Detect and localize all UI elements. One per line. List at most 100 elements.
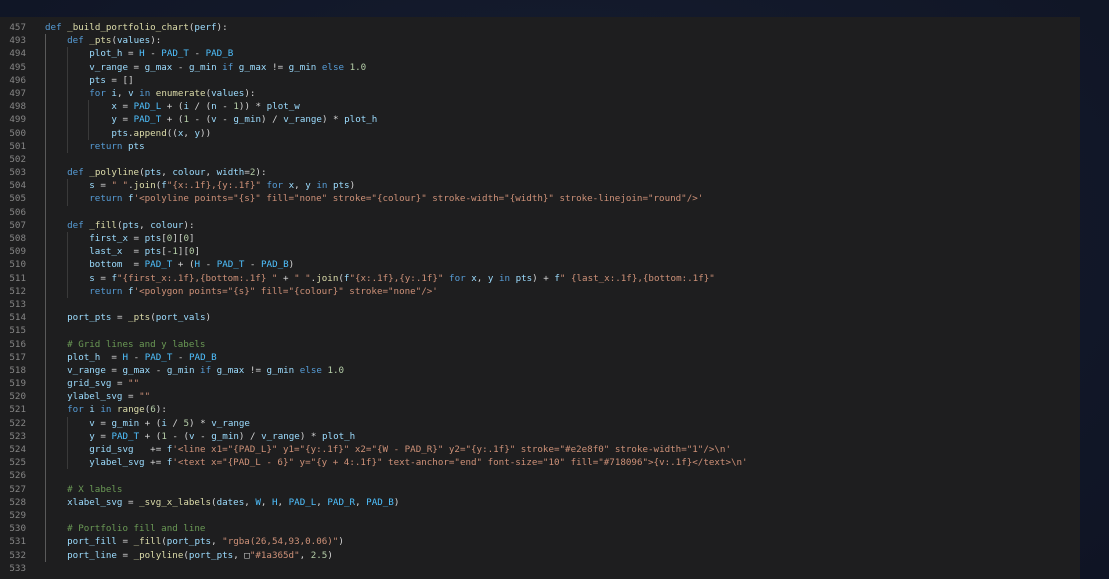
code-line[interactable]: 516 # Grid lines and y labels [0, 337, 1080, 351]
code-text[interactable]: port_fill = _fill(port_pts, "rgba(26,54,… [45, 535, 344, 548]
code-text[interactable]: ylabel_svg = "" [45, 390, 150, 403]
line-number: 505 [9, 193, 26, 205]
code-line[interactable]: 528 xlabel_svg = _svg_x_labels(dates, W,… [0, 495, 1080, 509]
code-text[interactable]: # Grid lines and y labels [45, 338, 205, 351]
code-line[interactable]: 495 v_range = g_max - g_min if g_max != … [0, 60, 1080, 74]
code-text[interactable]: def _build_portfolio_chart(perf): [45, 21, 228, 34]
code-line[interactable]: 532 port_line = _polyline(port_pts, □"#1… [0, 548, 1080, 562]
line-number: 524 [9, 444, 26, 455]
code-line[interactable]: 510 bottom = PAD_T + (H - PAD_T - PAD_B) [0, 258, 1080, 272]
code-text[interactable]: def _pts(values): [45, 34, 161, 47]
code-text[interactable]: return pts [45, 140, 144, 153]
line-number: 522 [9, 417, 26, 429]
code-line[interactable]: 526 [0, 469, 1080, 483]
code-line[interactable]: 533 [0, 562, 1080, 575]
code-line[interactable]: 506 [0, 205, 1080, 219]
code-text[interactable]: # Portfolio fill and line [45, 522, 205, 535]
code-line[interactable]: 498 x = PAD_L + (i / (n - 1)) * plot_w [0, 100, 1080, 114]
code-line[interactable]: 494 plot_h = H - PAD_T - PAD_B [0, 47, 1080, 61]
code-line[interactable]: 507 def _fill(pts, colour): [0, 218, 1080, 232]
line-number: 518 [9, 364, 26, 376]
line-number: 516 [9, 338, 26, 350]
line-number: 521 [9, 404, 26, 416]
code-text[interactable]: y = PAD_T + (1 - (v - g_min) / v_range) … [45, 430, 355, 443]
code-text[interactable]: v_range = g_max - g_min if g_max != g_mi… [45, 364, 344, 377]
code-editor[interactable]: 457 def _build_portfolio_chart(perf): 493 … [0, 17, 1080, 579]
code-line[interactable]: 499 y = PAD_T + (1 - (v - g_min) / v_ran… [0, 113, 1080, 127]
code-area[interactable]: 457 def _build_portfolio_chart(perf): 493 … [0, 21, 1080, 575]
code-line[interactable]: 524 grid_svg += f'<line x1="{PAD_L}" y1=… [0, 443, 1080, 457]
code-text[interactable]: grid_svg = "" [45, 377, 139, 390]
code-line[interactable]: 501 return pts [0, 139, 1080, 153]
code-text[interactable]: y = PAD_T + (1 - (v - g_min) / v_range) … [45, 113, 377, 126]
code-line[interactable]: 522 v = g_min + (i / 5) * v_range [0, 416, 1080, 430]
code-text[interactable]: plot_h = H - PAD_T - PAD_B [45, 47, 233, 60]
line-number: 523 [9, 430, 26, 442]
code-text[interactable]: return f'<polygon points="{s}" fill="{co… [45, 285, 438, 298]
code-text[interactable]: v = g_min + (i / 5) * v_range [45, 417, 250, 430]
code-line[interactable]: 521 for i in range(6): [0, 403, 1080, 417]
code-line[interactable]: 519 grid_svg = "" [0, 377, 1080, 391]
code-line[interactable]: 509 last_x = pts[-1][0] [0, 245, 1080, 259]
code-text[interactable]: s = f"{first_x:.1f},{bottom:.1f} " + " "… [45, 272, 715, 285]
code-text[interactable]: pts = [] [45, 74, 133, 87]
code-text[interactable]: # X labels [45, 483, 122, 496]
line-number: 495 [9, 61, 26, 73]
code-text[interactable]: plot_h = H - PAD_T - PAD_B [45, 351, 217, 364]
code-line[interactable]: 512 return f'<polygon points="{s}" fill=… [0, 284, 1080, 298]
code-line[interactable]: 523 y = PAD_T + (1 - (v - g_min) / v_ran… [0, 429, 1080, 443]
code-line[interactable]: 497 for i, v in enumerate(values): [0, 86, 1080, 101]
code-line[interactable]: 529 [0, 508, 1080, 523]
line-number: 510 [9, 259, 26, 271]
code-text[interactable]: x = PAD_L + (i / (n - 1)) * plot_w [45, 100, 299, 113]
code-line[interactable]: 531 port_fill = _fill(port_pts, "rgba(26… [0, 535, 1080, 549]
code-line[interactable]: 515 [0, 324, 1080, 338]
code-text[interactable]: bottom = PAD_T + (H - PAD_T - PAD_B) [45, 258, 294, 271]
line-number: 531 [9, 536, 26, 548]
line-number: 498 [9, 101, 26, 113]
line-number: 519 [9, 378, 26, 390]
code-text[interactable]: port_pts = _pts(port_vals) [45, 311, 211, 324]
line-number: 514 [9, 312, 26, 324]
line-number: 533 [9, 562, 26, 574]
line-number: 457 [9, 22, 26, 33]
code-line[interactable]: 493 def _pts(values): [0, 34, 1080, 48]
code-text[interactable]: first_x = pts[0][0] [45, 232, 194, 245]
code-line[interactable]: 527 # X labels [0, 482, 1080, 496]
code-text[interactable]: def _fill(pts, colour): [45, 219, 194, 232]
code-line[interactable]: 502 [0, 152, 1080, 167]
code-line[interactable]: 505 return f'<polyline points="{s}" fill… [0, 192, 1080, 206]
code-line[interactable]: 520 ylabel_svg = "" [0, 390, 1080, 404]
code-text[interactable]: port_line = _polyline(port_pts, □"#1a365… [45, 549, 333, 562]
line-number: 499 [9, 114, 26, 126]
indent-guide [45, 508, 46, 523]
code-line[interactable]: 508 first_x = pts[0][0] [0, 232, 1080, 246]
code-text[interactable]: ylabel_svg += f'<text x="{PAD_L - 6}" y=… [45, 456, 747, 469]
code-line[interactable]: 518 v_range = g_max - g_min if g_max != … [0, 363, 1080, 378]
code-line[interactable]: 513 [0, 297, 1080, 312]
code-line[interactable]: 530 # Portfolio fill and line [0, 522, 1080, 536]
code-line[interactable]: 457 def _build_portfolio_chart(perf): [0, 21, 1080, 34]
code-text[interactable]: xlabel_svg = _svg_x_labels(dates, W, H, … [45, 496, 399, 509]
code-text[interactable]: pts.append((x, y)) [45, 127, 211, 140]
code-line[interactable]: 504 s = " ".join(f"{x:.1f},{y:.1f}" for … [0, 179, 1080, 193]
code-line[interactable]: 503 def _polyline(pts, colour, width=2): [0, 166, 1080, 180]
line-number: 501 [9, 140, 26, 152]
line-number: 530 [9, 523, 26, 535]
code-text[interactable]: s = " ".join(f"{x:.1f},{y:.1f}" for x, y… [45, 179, 355, 192]
code-text[interactable]: v_range = g_max - g_min if g_max != g_mi… [45, 61, 366, 74]
code-text[interactable]: for i in range(6): [45, 403, 167, 416]
code-text[interactable]: for i, v in enumerate(values): [45, 87, 255, 100]
code-line[interactable]: 511 s = f"{first_x:.1f},{bottom:.1f} " +… [0, 271, 1080, 285]
code-line[interactable]: 517 plot_h = H - PAD_T - PAD_B [0, 350, 1080, 364]
line-number: 497 [9, 87, 26, 99]
indent-guide [45, 297, 46, 312]
code-line[interactable]: 500 pts.append((x, y)) [0, 126, 1080, 140]
code-line[interactable]: 496 pts = [] [0, 73, 1080, 87]
code-text[interactable]: return f'<polyline points="{s}" fill="no… [45, 192, 703, 205]
code-text[interactable]: last_x = pts[-1][0] [45, 245, 200, 258]
code-line[interactable]: 525 ylabel_svg += f'<text x="{PAD_L - 6}… [0, 456, 1080, 470]
code-text[interactable]: def _polyline(pts, colour, width=2): [45, 166, 266, 179]
code-text[interactable]: grid_svg += f'<line x1="{PAD_L}" y1="{y:… [45, 443, 731, 456]
code-line[interactable]: 514 port_pts = _pts(port_vals) [0, 311, 1080, 325]
